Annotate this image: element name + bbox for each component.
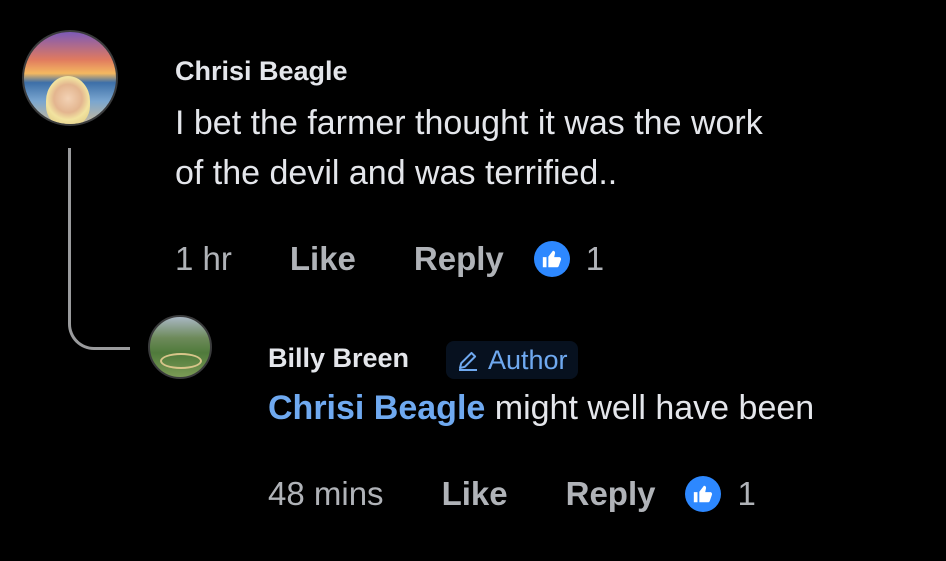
comment-actions: 1 hr Like Reply 1 xyxy=(175,240,604,278)
reply-reaction-count[interactable]: 1 xyxy=(737,475,755,513)
reply-reply-button[interactable]: Reply xyxy=(566,475,656,513)
commenter-avatar[interactable] xyxy=(22,30,118,126)
thumbs-up-icon[interactable] xyxy=(533,241,570,277)
reply-text-content: might well have been xyxy=(485,389,815,427)
reply-text: Chrisi Beagle might well have been xyxy=(268,383,814,433)
avatar-photo xyxy=(160,353,202,369)
comment-text-line-1: I bet the farmer thought it was the work xyxy=(175,104,763,142)
comment-reaction-count[interactable]: 1 xyxy=(586,240,604,278)
comment-text-line-2: of the devil and was terrified.. xyxy=(175,154,618,192)
reply-thread-line xyxy=(68,148,130,350)
reply-author-name[interactable]: Billy Breen xyxy=(268,343,409,374)
reply-author-avatar[interactable] xyxy=(148,315,212,379)
comment-reply-button[interactable]: Reply xyxy=(414,240,504,278)
avatar-photo xyxy=(46,76,90,124)
reply-like-button[interactable]: Like xyxy=(442,475,508,513)
thumbs-up-icon[interactable] xyxy=(685,476,722,512)
reply-actions: 48 mins Like Reply 1 xyxy=(268,475,756,513)
comment-timestamp[interactable]: 1 hr xyxy=(175,240,232,278)
comment-like-button[interactable]: Like xyxy=(290,240,356,278)
mention-link[interactable]: Chrisi Beagle xyxy=(268,389,485,427)
author-badge-label: Author xyxy=(488,344,568,375)
comment-author-name[interactable]: Chrisi Beagle xyxy=(175,56,348,87)
reply-timestamp[interactable]: 48 mins xyxy=(268,475,384,513)
author-badge: Author xyxy=(446,341,578,379)
pencil-icon xyxy=(459,351,477,371)
